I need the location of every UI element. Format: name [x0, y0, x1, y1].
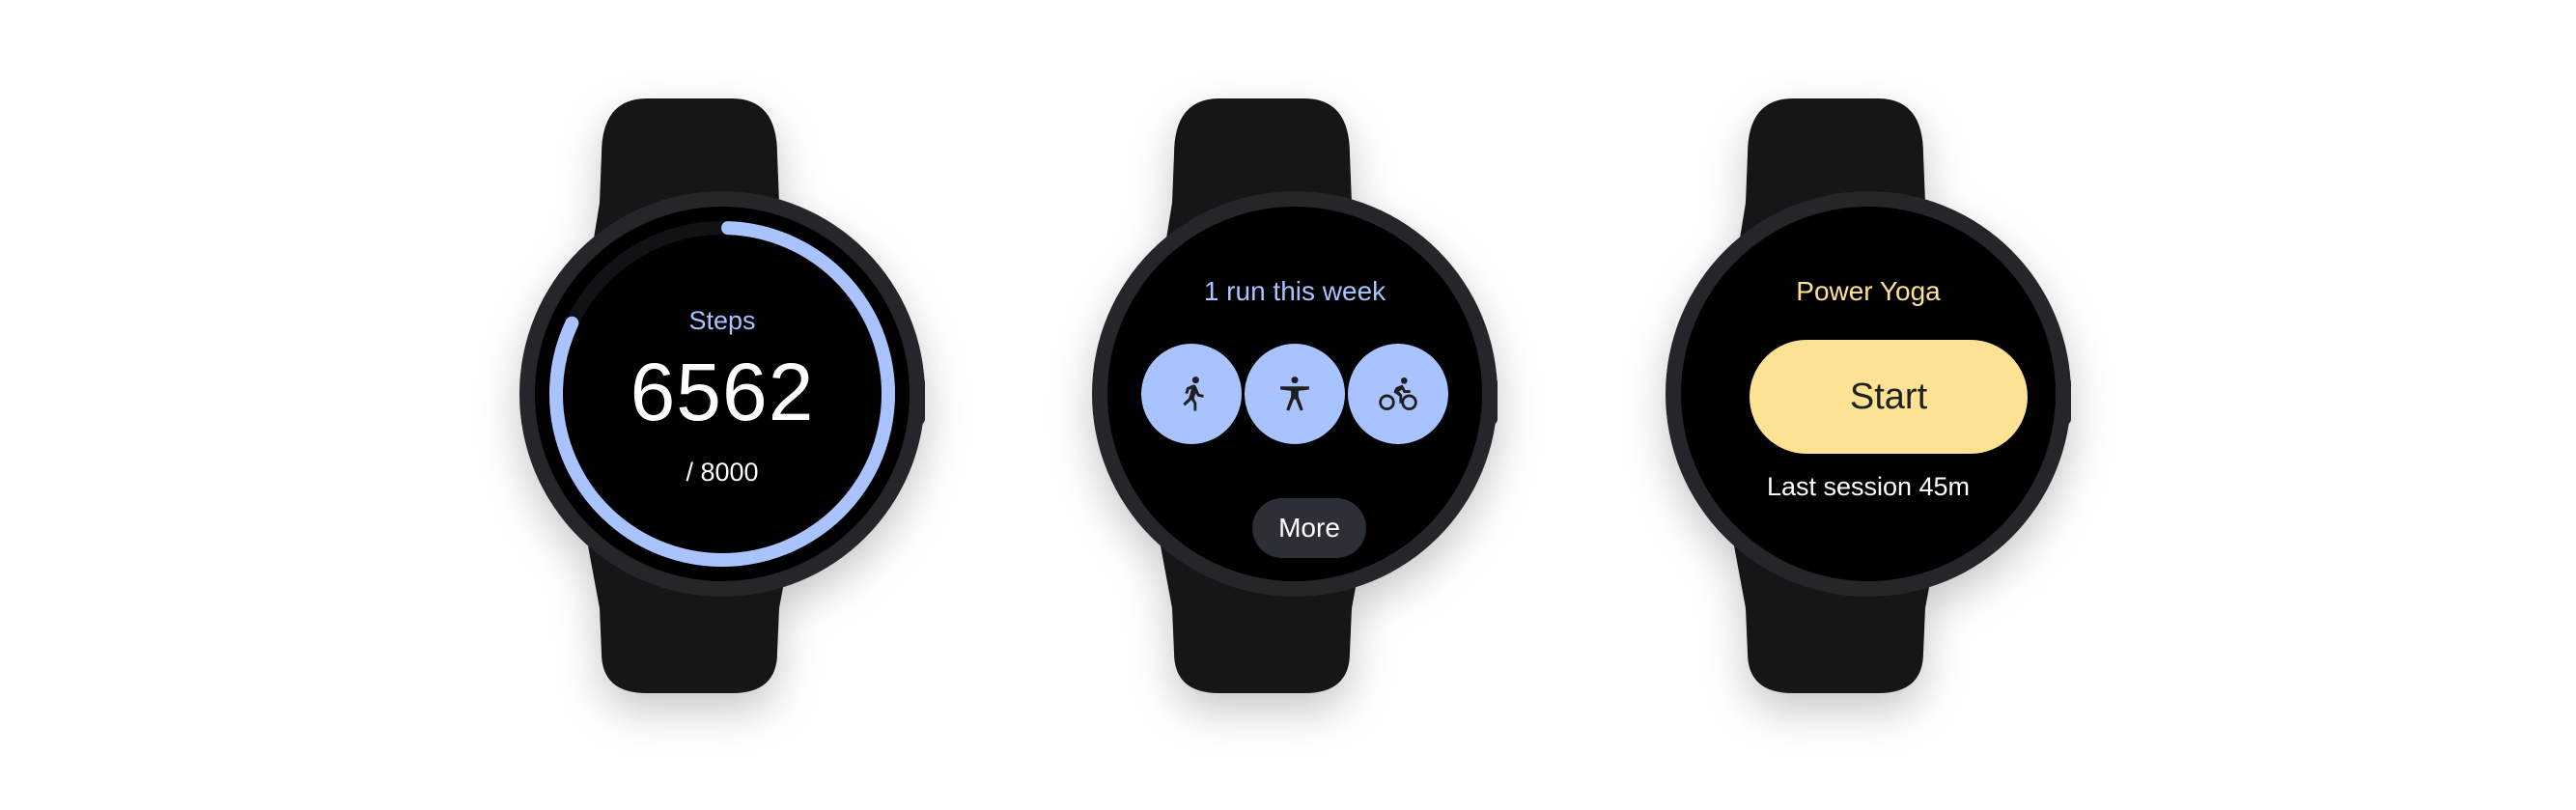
watch-screen: Steps 6562 / 8000: [546, 218, 898, 570]
activity-bike-button[interactable]: [1348, 344, 1448, 444]
more-button[interactable]: More: [1252, 498, 1366, 558]
steps-value: 6562: [630, 347, 815, 437]
steps-label: Steps: [688, 306, 756, 335]
tiles-showcase: Steps 6562 / 8000 1 run this week More P…: [0, 0, 2576, 810]
start-button[interactable]: Start: [1750, 340, 2028, 454]
watch-steps: Steps 6562 / 8000: [502, 0, 946, 810]
activity-run-button[interactable]: [1141, 344, 1242, 444]
bike-icon: [1379, 377, 1417, 410]
run-icon: [1183, 377, 1204, 411]
workout-title: Power Yoga: [1796, 276, 1941, 306]
watch-activity: 1 run this week More: [1075, 0, 1519, 810]
yoga-icon: [1280, 377, 1309, 411]
weekly-run-title: 1 run this week: [1203, 276, 1386, 306]
watch-screen: 1 run this week More: [1119, 218, 1470, 570]
activity-yoga-button[interactable]: [1245, 344, 1345, 444]
watch-screen: Power Yoga Start Last session 45m: [1693, 218, 2044, 570]
watch-workout: Power Yoga Start Last session 45m: [1648, 0, 2092, 810]
steps-goal: / 8000: [686, 458, 759, 487]
last-session-text: Last session 45m: [1766, 472, 1971, 501]
